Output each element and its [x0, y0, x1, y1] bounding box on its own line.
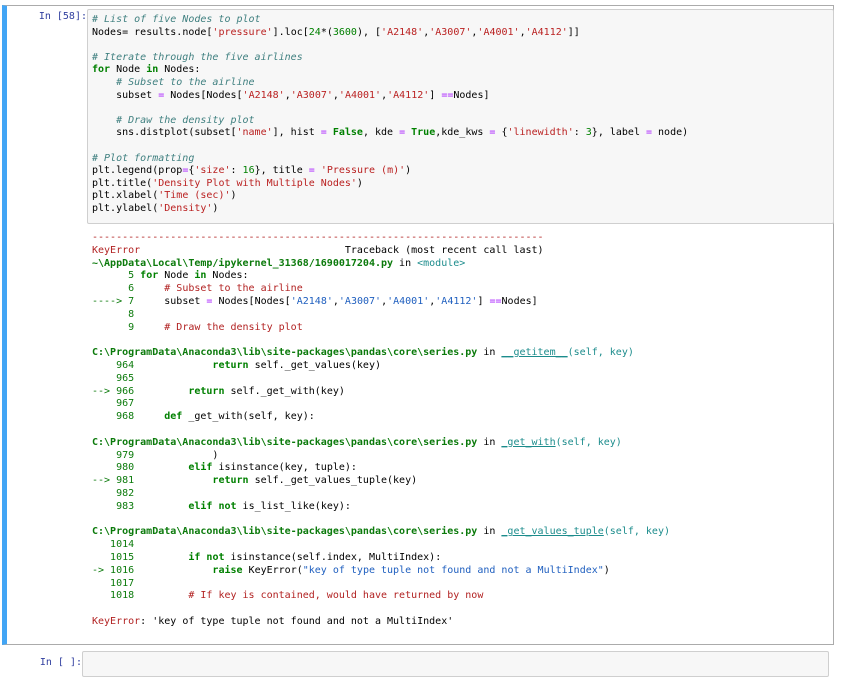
- code-line: # Subset to the airline: [92, 76, 255, 88]
- traceback-line: 6 # Subset to the airline: [92, 283, 303, 295]
- traceback-blank: [92, 334, 832, 347]
- traceback-line: 979 ): [92, 449, 219, 461]
- traceback-separator: ----------------------------------------…: [92, 232, 544, 243]
- traceback-file: C:\ProgramData\Anaconda3\lib\site-packag…: [92, 347, 634, 359]
- code-line: plt.legend(prop={'size': 16}, title = 'P…: [92, 165, 412, 177]
- traceback-line: 983 elif not is_list_like(key):: [92, 500, 351, 512]
- traceback-file: C:\ProgramData\Anaconda3\lib\site-packag…: [92, 436, 622, 448]
- code-line: plt.ylabel('Density'): [92, 202, 219, 214]
- traceback-line: 967: [92, 398, 135, 410]
- code-line: # Draw the density plot: [92, 114, 255, 126]
- traceback-line: 5 for Node in Nodes:: [92, 270, 249, 282]
- traceback-line: 965: [92, 372, 135, 384]
- traceback-file: ~\AppData\Local\Temp/ipykernel_31368/169…: [92, 257, 466, 269]
- traceback-line: 964 return self._get_values(key): [92, 359, 381, 371]
- code-line: Nodes= results.node['pressure'].loc[24*(…: [92, 26, 580, 38]
- code-line: # Plot formatting: [92, 152, 195, 164]
- traceback-line: 1014: [92, 539, 135, 551]
- error-output: ----------------------------------------…: [92, 232, 832, 629]
- traceback-line: 9 # Draw the density plot: [92, 321, 303, 333]
- traceback-line: 1015 if not isinstance(self.index, Multi…: [92, 551, 442, 563]
- traceback-line: 1018 # If key is contained, would have r…: [92, 590, 484, 602]
- traceback-line: 968 def _get_with(self, key):: [92, 411, 315, 423]
- code-cell-empty[interactable]: In [ ]:: [2, 649, 834, 679]
- traceback-line: 1017: [92, 577, 135, 589]
- traceback-blank: [92, 603, 832, 616]
- code-cell-58[interactable]: In [58]: # List of five Nodes to plot No…: [2, 5, 834, 645]
- code-line: for Node in Nodes:: [92, 64, 201, 76]
- traceback-line-current: ----> 7 subset = Nodes[Nodes['A2148','A3…: [92, 295, 538, 307]
- traceback-line: 980 elif isinstance(key, tuple):: [92, 462, 357, 474]
- traceback-line-current: -> 1016 raise KeyError("key of type tupl…: [92, 564, 610, 576]
- code-line: # List of five Nodes to plot: [92, 14, 261, 25]
- traceback-line-current: --> 981 return self._get_values_tuple(ke…: [92, 475, 418, 487]
- code-line: plt.xlabel('Time (sec)'): [92, 190, 237, 202]
- traceback-line: 8: [92, 308, 135, 320]
- final-error-message: KeyError: 'key of type tuple not found a…: [92, 615, 454, 627]
- cell-prompt: In [58]:: [38, 11, 87, 22]
- traceback-line-current: --> 966 return self._get_with(key): [92, 385, 345, 397]
- traceback-line: 982: [92, 487, 135, 499]
- code-line: plt.title('Density Plot with Multiple No…: [92, 177, 363, 189]
- code-line: sns.distplot(subset['name'], hist = Fals…: [92, 127, 689, 139]
- traceback-header: KeyError Traceback (most recent call las…: [92, 244, 544, 256]
- code-line: subset = Nodes[Nodes['A2148','A3007','A4…: [92, 89, 490, 101]
- cell-prompt: In [ ]:: [39, 657, 82, 668]
- code-input-area[interactable]: # List of five Nodes to plot Nodes= resu…: [87, 9, 834, 224]
- code-input-area[interactable]: [82, 651, 829, 677]
- traceback-blank: [92, 424, 832, 437]
- traceback-blank: [92, 514, 832, 527]
- code-line: # Iterate through the five airlines: [92, 51, 303, 63]
- traceback-file: C:\ProgramData\Anaconda3\lib\site-packag…: [92, 526, 670, 538]
